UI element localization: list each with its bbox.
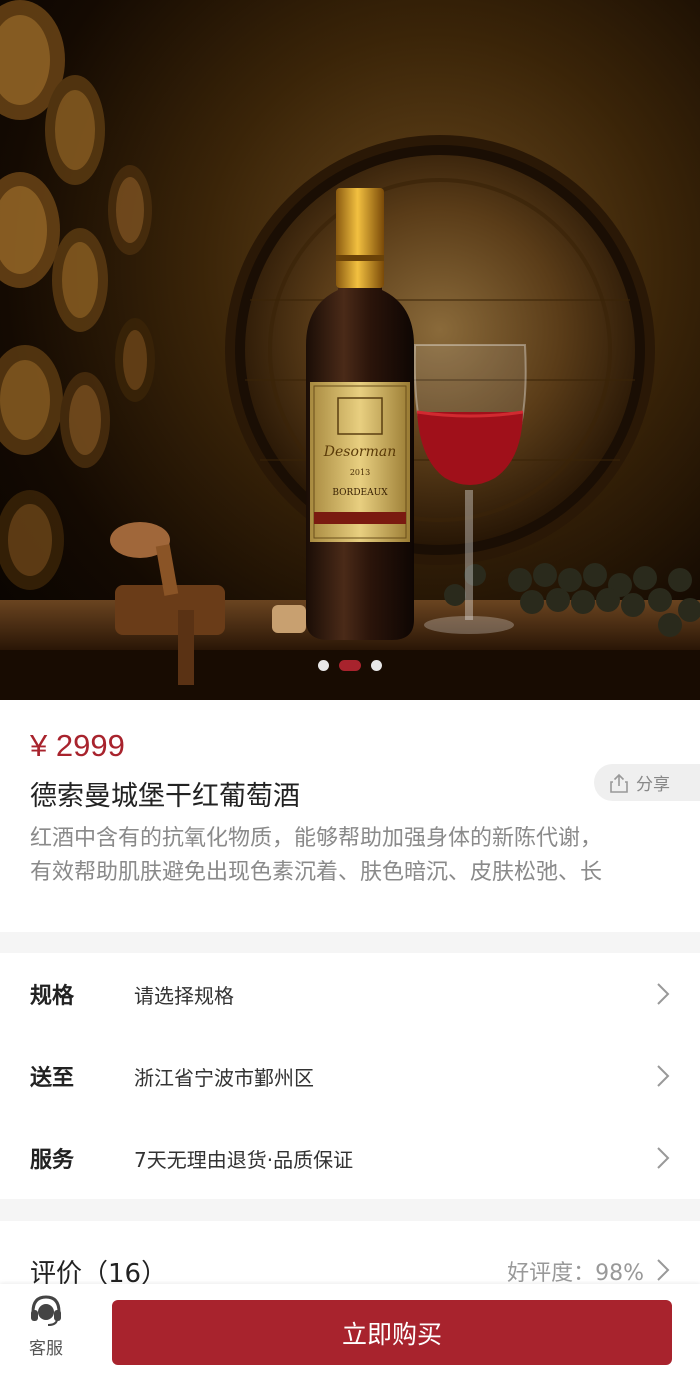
- share-label: 分享: [636, 775, 670, 795]
- option-label: 送至: [30, 1066, 75, 1091]
- label-brand-text: Desorman: [323, 444, 396, 460]
- carousel-indicator: [0, 660, 700, 671]
- chevron-right-icon: [657, 1065, 670, 1087]
- product-description: 红酒中含有的抗氧化物质，能够帮助加强身体的新陈代谢， 有效帮助肌肤避免出现色素沉…: [30, 822, 670, 890]
- option-row-service[interactable]: 服务 7天无理由退货·品质保证: [0, 1117, 700, 1199]
- description-line: 有效帮助肌肤避免出现色素沉着、肤色暗沉、皮肤松弛、长: [30, 860, 603, 885]
- carousel-dot-active[interactable]: [339, 660, 361, 671]
- product-info-section: ¥ 2999 德索曼城堡干红葡萄酒 分享 红酒中含有的抗氧化物质，能够帮助加强身…: [0, 700, 700, 932]
- chevron-right-icon: [657, 983, 670, 1005]
- option-row-delivery[interactable]: 送至 浙江省宁波市鄞州区: [0, 1035, 700, 1117]
- option-row-spec[interactable]: 规格 请选择规格: [0, 953, 700, 1035]
- customer-service-button[interactable]: 客服: [18, 1292, 74, 1359]
- option-label: 规格: [30, 984, 75, 1009]
- chevron-right-icon: [657, 1147, 670, 1169]
- option-value: 请选择规格: [134, 983, 234, 1008]
- headset-icon: [31, 1295, 61, 1326]
- product-image-carousel[interactable]: Desorman 2013 BORDEAUX: [0, 0, 700, 700]
- label-region-text: BORDEAUX: [332, 488, 388, 498]
- customer-service-label: 客服: [29, 1339, 63, 1359]
- product-title: 德索曼城堡干红葡萄酒: [30, 781, 300, 812]
- share-icon: [610, 773, 628, 793]
- option-value: 浙江省宁波市鄞州区: [134, 1065, 314, 1090]
- product-price: ¥ 2999: [30, 728, 125, 763]
- buy-now-button[interactable]: 立即购买: [112, 1300, 672, 1365]
- option-label: 服务: [30, 1148, 75, 1173]
- option-value: 7天无理由退货·品质保证: [134, 1147, 354, 1172]
- review-rate: 好评度：98%: [507, 1261, 644, 1286]
- wine-product-photo: Desorman 2013 BORDEAUX: [0, 0, 700, 700]
- bottom-action-bar: 客服 立即购买: [0, 1284, 700, 1378]
- share-button[interactable]: 分享: [594, 764, 700, 801]
- carousel-dot[interactable]: [318, 660, 329, 671]
- description-line: 红酒中含有的抗氧化物质，能够帮助加强身体的新陈代谢，: [30, 826, 603, 851]
- options-section: 规格 请选择规格 送至 浙江省宁波市鄞州区 服务 7天无理由退货·品质保证: [0, 953, 700, 1199]
- label-year-text: 2013: [350, 468, 370, 477]
- carousel-dot[interactable]: [371, 660, 382, 671]
- chevron-right-icon: [657, 1259, 670, 1281]
